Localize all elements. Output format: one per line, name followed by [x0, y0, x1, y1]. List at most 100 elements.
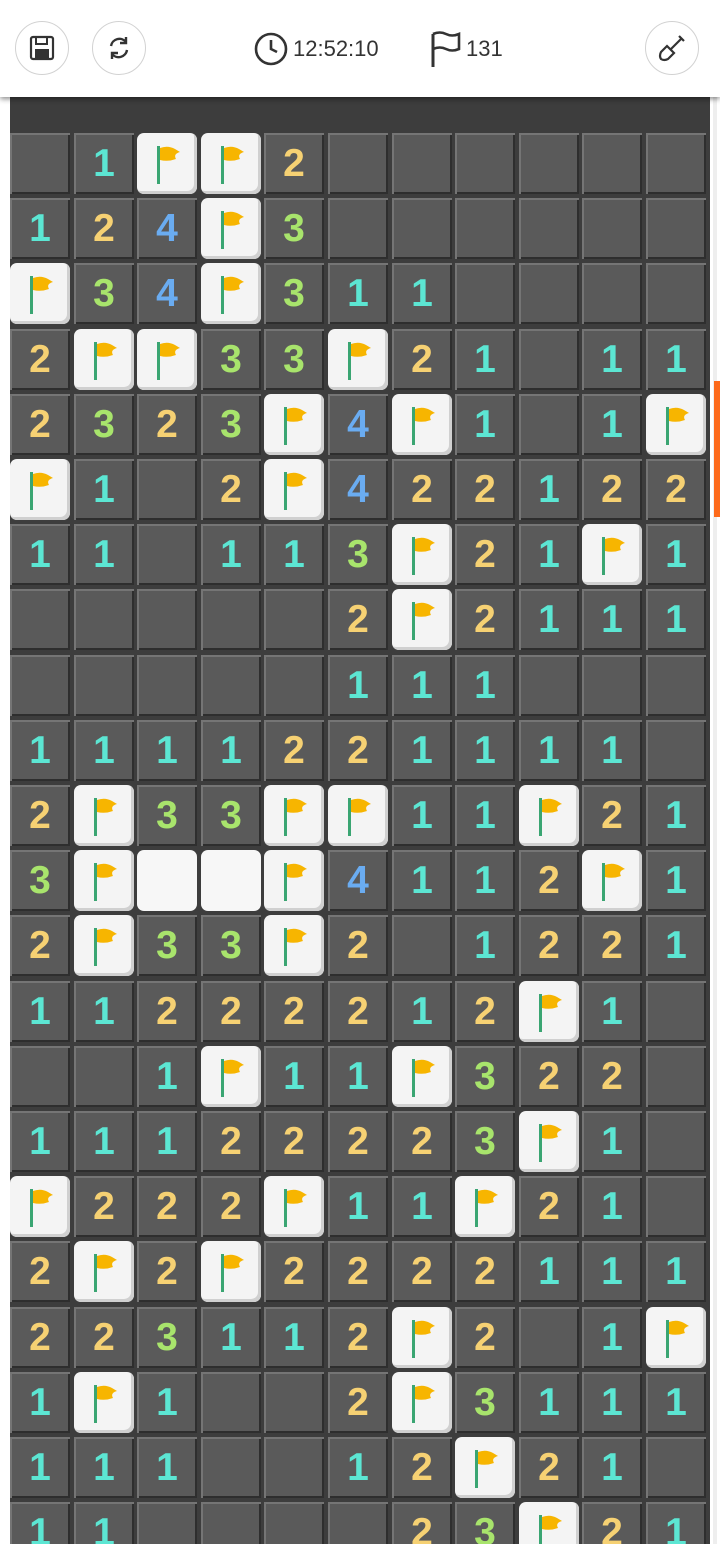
number-cell[interactable]: 2	[201, 1111, 261, 1172]
empty-cell[interactable]	[10, 1046, 70, 1107]
number-cell[interactable]: 1	[10, 1111, 70, 1172]
empty-cell[interactable]	[519, 1307, 579, 1368]
number-cell[interactable]: 2	[137, 981, 197, 1042]
flagged-cell[interactable]	[74, 915, 134, 976]
highlighted-cell[interactable]	[201, 850, 261, 911]
number-cell[interactable]: 1	[582, 1372, 642, 1433]
number-cell[interactable]: 1	[137, 1372, 197, 1433]
number-cell[interactable]: 4	[137, 263, 197, 324]
empty-cell[interactable]	[10, 589, 70, 650]
number-cell[interactable]: 3	[201, 329, 261, 390]
number-cell[interactable]: 3	[264, 198, 324, 259]
number-cell[interactable]: 2	[328, 1241, 388, 1302]
number-cell[interactable]: 3	[201, 785, 261, 846]
flagged-cell[interactable]	[392, 1307, 452, 1368]
empty-cell[interactable]	[646, 1176, 706, 1237]
flagged-cell[interactable]	[392, 1046, 452, 1107]
number-cell[interactable]: 1	[519, 720, 579, 781]
covered-cell[interactable]	[455, 263, 515, 324]
number-cell[interactable]: 3	[201, 394, 261, 455]
empty-cell[interactable]	[137, 459, 197, 520]
number-cell[interactable]: 1	[264, 1046, 324, 1107]
empty-cell[interactable]	[646, 1111, 706, 1172]
number-cell[interactable]: 1	[328, 655, 388, 716]
number-cell[interactable]: 2	[646, 459, 706, 520]
empty-cell[interactable]	[264, 1502, 324, 1544]
number-cell[interactable]: 1	[137, 1046, 197, 1107]
flagged-cell[interactable]	[328, 785, 388, 846]
flagged-cell[interactable]	[582, 524, 642, 585]
empty-cell[interactable]	[646, 720, 706, 781]
number-cell[interactable]: 1	[519, 1372, 579, 1433]
number-cell[interactable]: 1	[74, 459, 134, 520]
covered-cell[interactable]	[10, 133, 70, 194]
number-cell[interactable]: 1	[74, 720, 134, 781]
number-cell[interactable]: 2	[519, 1046, 579, 1107]
number-cell[interactable]: 1	[582, 1307, 642, 1368]
number-cell[interactable]: 3	[137, 1307, 197, 1368]
number-cell[interactable]: 1	[646, 329, 706, 390]
covered-cell[interactable]	[582, 133, 642, 194]
number-cell[interactable]: 4	[328, 850, 388, 911]
flagged-cell[interactable]	[201, 1046, 261, 1107]
number-cell[interactable]: 2	[455, 981, 515, 1042]
number-cell[interactable]: 2	[10, 785, 70, 846]
flagged-cell[interactable]	[392, 1372, 452, 1433]
number-cell[interactable]: 2	[582, 1502, 642, 1544]
flagged-cell[interactable]	[74, 850, 134, 911]
number-cell[interactable]: 2	[519, 1176, 579, 1237]
number-cell[interactable]: 1	[646, 1241, 706, 1302]
flagged-cell[interactable]	[10, 459, 70, 520]
number-cell[interactable]: 2	[582, 1046, 642, 1107]
number-cell[interactable]: 3	[264, 263, 324, 324]
covered-cell[interactable]	[455, 198, 515, 259]
empty-cell[interactable]	[264, 1372, 324, 1433]
scrollbar-track[interactable]	[713, 97, 717, 1544]
number-cell[interactable]: 1	[519, 459, 579, 520]
flagged-cell[interactable]	[328, 329, 388, 390]
covered-cell[interactable]	[519, 394, 579, 455]
flagged-cell[interactable]	[74, 785, 134, 846]
number-cell[interactable]: 1	[74, 1111, 134, 1172]
number-cell[interactable]: 4	[328, 394, 388, 455]
number-cell[interactable]: 2	[328, 589, 388, 650]
flagged-cell[interactable]	[137, 329, 197, 390]
number-cell[interactable]: 2	[392, 1502, 452, 1544]
empty-cell[interactable]	[137, 1502, 197, 1544]
flagged-cell[interactable]	[201, 263, 261, 324]
number-cell[interactable]: 1	[646, 785, 706, 846]
covered-cell[interactable]	[455, 133, 515, 194]
empty-cell[interactable]	[264, 1437, 324, 1498]
number-cell[interactable]: 1	[137, 1437, 197, 1498]
empty-cell[interactable]	[201, 1437, 261, 1498]
empty-cell[interactable]	[582, 655, 642, 716]
flagged-cell[interactable]	[264, 785, 324, 846]
empty-cell[interactable]	[646, 981, 706, 1042]
empty-cell[interactable]	[519, 655, 579, 716]
number-cell[interactable]: 3	[455, 1046, 515, 1107]
number-cell[interactable]: 2	[137, 1241, 197, 1302]
flagged-cell[interactable]	[10, 1176, 70, 1237]
number-cell[interactable]: 3	[201, 915, 261, 976]
empty-cell[interactable]	[201, 589, 261, 650]
number-cell[interactable]: 1	[646, 589, 706, 650]
covered-cell[interactable]	[392, 133, 452, 194]
number-cell[interactable]: 4	[328, 459, 388, 520]
flagged-cell[interactable]	[74, 329, 134, 390]
number-cell[interactable]: 2	[264, 720, 324, 781]
number-cell[interactable]: 3	[74, 394, 134, 455]
number-cell[interactable]: 2	[264, 1241, 324, 1302]
number-cell[interactable]: 2	[264, 981, 324, 1042]
number-cell[interactable]: 1	[455, 915, 515, 976]
flagged-cell[interactable]	[582, 850, 642, 911]
number-cell[interactable]: 1	[582, 981, 642, 1042]
number-cell[interactable]: 3	[455, 1372, 515, 1433]
flagged-cell[interactable]	[392, 524, 452, 585]
number-cell[interactable]: 2	[137, 394, 197, 455]
number-cell[interactable]: 1	[455, 329, 515, 390]
flagged-cell[interactable]	[74, 1372, 134, 1433]
flagged-cell[interactable]	[201, 1241, 261, 1302]
empty-cell[interactable]	[137, 589, 197, 650]
empty-cell[interactable]	[10, 655, 70, 716]
number-cell[interactable]: 2	[328, 1372, 388, 1433]
